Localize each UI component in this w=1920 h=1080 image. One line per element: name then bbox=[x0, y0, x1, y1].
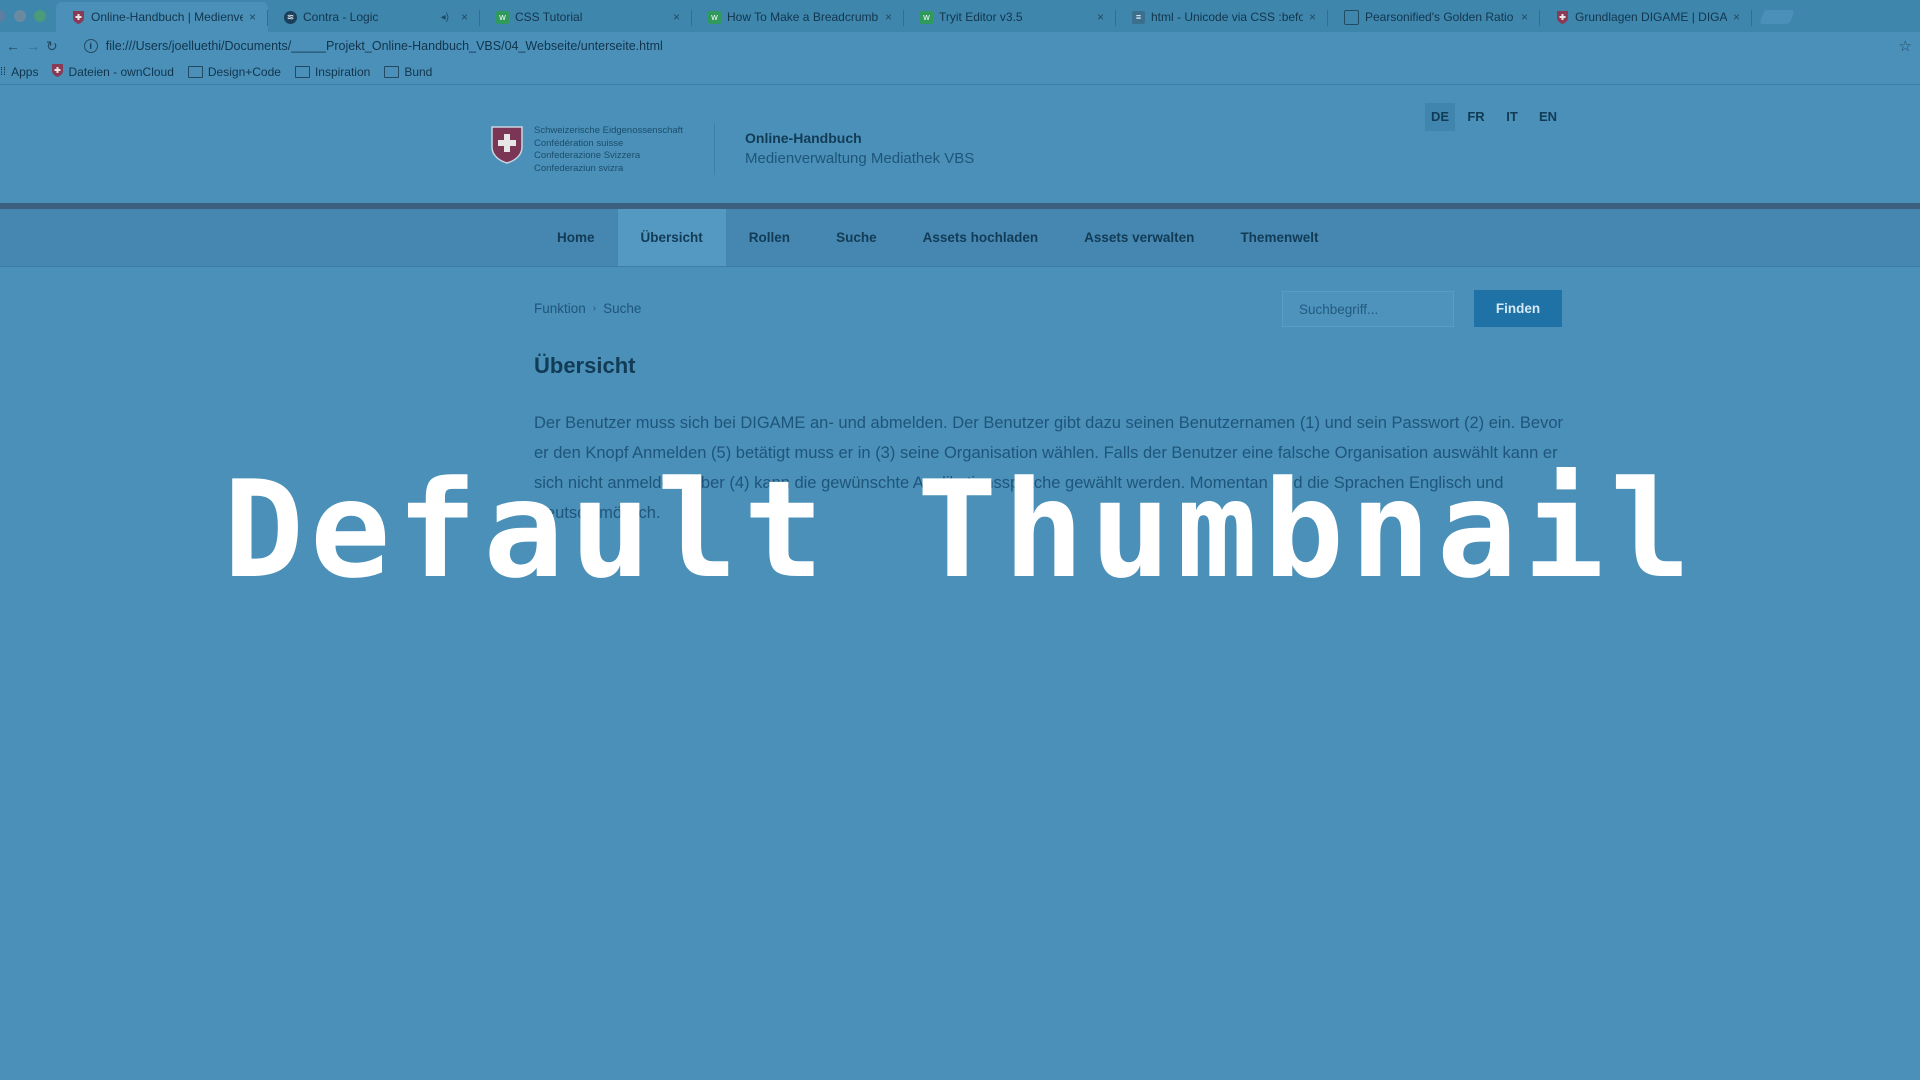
find-button[interactable]: Finden bbox=[1474, 290, 1562, 327]
lang-de[interactable]: DE bbox=[1425, 103, 1455, 131]
lang-fr[interactable]: FR bbox=[1461, 103, 1491, 131]
main-navigation: Home Übersicht Rollen Suche Assets hochl… bbox=[0, 209, 1920, 267]
close-tab-icon[interactable]: × bbox=[673, 10, 680, 24]
close-tab-icon[interactable]: × bbox=[885, 10, 892, 24]
nav-item-suche[interactable]: Suche bbox=[813, 209, 900, 266]
url-field[interactable]: file:///Users/joelluethi/Documents/_____… bbox=[106, 39, 663, 53]
bookmark-folder-bund[interactable]: Bund bbox=[384, 65, 432, 79]
confederation-text: Schweizerische Eidgenossenschaft Confédé… bbox=[534, 125, 683, 174]
browser-tab[interactable]: w How To Make a Breadcrumb N × bbox=[692, 2, 904, 32]
site-header: Schweizerische Eidgenossenschaft Confédé… bbox=[0, 85, 1920, 203]
w3schools-icon: w bbox=[496, 10, 509, 24]
site-title-main: Online-Handbuch bbox=[745, 130, 862, 146]
spotify-icon: ≋ bbox=[284, 10, 297, 24]
bookmarks-bar: ⁞⁞ Apps Dateien - ownCloud Design+Code I… bbox=[0, 60, 1920, 85]
nav-item-assets-hochladen[interactable]: Assets hochladen bbox=[900, 209, 1062, 266]
folder-icon bbox=[294, 66, 310, 78]
swiss-shield-icon bbox=[52, 64, 64, 80]
page-title: Übersicht bbox=[534, 353, 636, 378]
stackoverflow-icon: ≡ bbox=[1132, 10, 1145, 24]
language-switcher: DE FR IT EN bbox=[1425, 103, 1569, 131]
document-icon bbox=[1344, 9, 1359, 25]
close-tab-icon[interactable]: × bbox=[249, 10, 256, 24]
speaker-icon[interactable]: ◂) bbox=[441, 12, 449, 23]
breadcrumb-item[interactable]: Funktion bbox=[534, 301, 586, 316]
thumbnail-overlay-text: Default Thumbnail bbox=[223, 452, 1697, 608]
address-bar: ← → ↻ i file:///Users/joelluethi/Documen… bbox=[0, 32, 1920, 60]
browser-tab[interactable]: ≡ html - Unicode via CSS :befor × bbox=[1116, 2, 1328, 32]
site-subtitle: Medienverwaltung Mediathek VBS bbox=[745, 150, 975, 167]
close-tab-icon[interactable]: × bbox=[1521, 10, 1528, 24]
lang-en[interactable]: EN bbox=[1533, 103, 1563, 131]
browser-tab[interactable]: ≋ Contra - Logic ◂) × bbox=[268, 2, 480, 32]
reload-icon[interactable]: ↻ bbox=[46, 38, 58, 55]
browser-tab[interactable]: w CSS Tutorial × bbox=[480, 2, 692, 32]
bookmark-folder-design-code[interactable]: Design+Code bbox=[187, 65, 281, 79]
swiss-shield-icon bbox=[491, 126, 523, 164]
browser-tab[interactable]: Pearsonified's Golden Ratio Ty × bbox=[1328, 2, 1540, 32]
nav-item-assets-verwalten[interactable]: Assets verwalten bbox=[1061, 209, 1217, 266]
lang-it[interactable]: IT bbox=[1497, 103, 1527, 131]
bookmark-apps[interactable]: ⁞⁞ Apps bbox=[0, 65, 38, 79]
breadcrumb-item[interactable]: Suche bbox=[603, 301, 641, 316]
browser-tab[interactable]: Online-Handbuch | Medienver × bbox=[56, 2, 268, 32]
nav-item-home[interactable]: Home bbox=[534, 209, 618, 266]
header-divider bbox=[714, 123, 715, 175]
site-title: Online-Handbuch Medienverwaltung Mediath… bbox=[745, 130, 974, 167]
nav-item-uebersicht[interactable]: Übersicht bbox=[617, 209, 726, 266]
close-tab-icon[interactable]: × bbox=[1097, 10, 1104, 24]
close-tab-icon[interactable]: × bbox=[461, 10, 468, 24]
minimize-window-button[interactable] bbox=[14, 10, 26, 22]
folder-icon bbox=[384, 66, 400, 78]
maximize-window-button[interactable] bbox=[34, 10, 46, 22]
bookmark-owncloud[interactable]: Dateien - ownCloud bbox=[52, 64, 174, 80]
breadcrumb: Funktion › Suche bbox=[534, 301, 641, 316]
confederation-logo[interactable]: Schweizerische Eidgenossenschaft Confédé… bbox=[490, 125, 683, 175]
close-tab-icon[interactable]: × bbox=[1733, 10, 1740, 24]
apps-grid-icon: ⁞⁞ bbox=[0, 66, 7, 78]
back-arrow-icon[interactable]: ← bbox=[6, 38, 20, 54]
breadcrumb-separator-icon: › bbox=[592, 303, 597, 314]
swiss-shield-icon bbox=[1556, 10, 1569, 24]
folder-icon bbox=[187, 66, 203, 78]
search-input[interactable] bbox=[1282, 291, 1454, 327]
swiss-shield-icon bbox=[72, 10, 85, 24]
forward-arrow-icon[interactable]: → bbox=[26, 38, 40, 54]
new-tab-button[interactable] bbox=[1759, 10, 1795, 24]
nav-item-themenwelt[interactable]: Themenwelt bbox=[1217, 209, 1341, 266]
close-tab-icon[interactable]: × bbox=[1309, 10, 1316, 24]
bookmark-folder-inspiration[interactable]: Inspiration bbox=[294, 65, 370, 79]
info-icon[interactable]: i bbox=[83, 39, 98, 53]
tab-strip: Online-Handbuch | Medienver × ≋ Contra -… bbox=[56, 0, 1795, 32]
window-controls bbox=[0, 10, 56, 32]
w3schools-icon: w bbox=[708, 10, 721, 24]
browser-tab-bar: Online-Handbuch | Medienver × ≋ Contra -… bbox=[0, 0, 1920, 32]
close-window-button[interactable] bbox=[0, 10, 6, 22]
w3schools-icon: w bbox=[920, 10, 933, 24]
bookmark-star-icon[interactable]: ☆ bbox=[1899, 37, 1912, 55]
browser-tab[interactable]: w Tryit Editor v3.5 × bbox=[904, 2, 1116, 32]
browser-tab[interactable]: Grundlagen DIGAME | DIGAME × bbox=[1540, 2, 1752, 32]
nav-item-rollen[interactable]: Rollen bbox=[726, 209, 813, 266]
